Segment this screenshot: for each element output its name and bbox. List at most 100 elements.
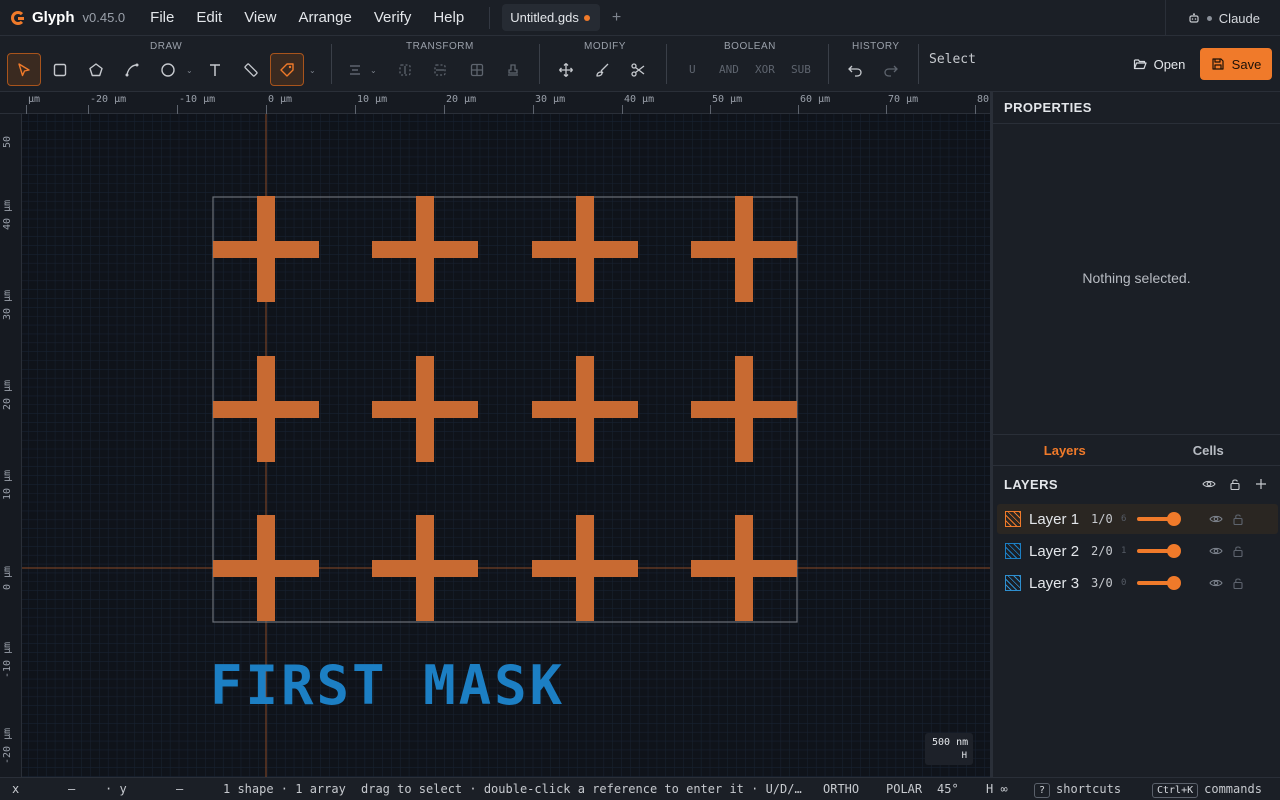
label-tool-button[interactable]	[270, 53, 304, 86]
status-summary: 1 shape · 1 array	[223, 782, 346, 796]
layout-canvas[interactable]: FIRST MASK µm -20 µm -10 µm 0 µm 10 µm 20 µm 3…	[0, 92, 990, 777]
menu-verify[interactable]: Verify	[363, 9, 423, 26]
slider-knob[interactable]	[1167, 544, 1181, 558]
ruler-top-label: -20 µm	[90, 94, 127, 105]
eye-icon[interactable]	[1209, 544, 1223, 558]
toolbar-divider	[666, 44, 667, 84]
open-button[interactable]: Open	[1126, 48, 1192, 80]
menu-help[interactable]: Help	[422, 9, 475, 26]
brush-tool-button[interactable]	[585, 53, 619, 86]
move-tool-button[interactable]	[549, 53, 583, 86]
polar-angle[interactable]: 45°	[937, 782, 959, 796]
circle-dropdown-icon[interactable]: ⌄	[186, 66, 193, 75]
boolean-sub-button[interactable]: SUB	[791, 63, 811, 76]
cross-shape	[735, 515, 753, 621]
save-button[interactable]: Save	[1200, 48, 1272, 80]
layer-opacity-slider[interactable]	[1137, 544, 1181, 558]
add-layer-icon[interactable]	[1254, 477, 1268, 491]
ruler-top-label: 30 µm	[535, 94, 566, 105]
mirror-x-button[interactable]	[388, 53, 422, 86]
text-tool-button[interactable]	[198, 53, 232, 86]
shortcuts-label: shortcuts	[1056, 782, 1122, 796]
eye-icon[interactable]	[1209, 576, 1223, 590]
ruler-left-label: 20 µm	[2, 379, 13, 410]
boolean-union-button[interactable]: U	[689, 63, 696, 76]
align-tool-button[interactable]	[338, 53, 372, 86]
layer-opacity-slider[interactable]	[1137, 576, 1181, 590]
shortcuts-button[interactable]: ? shortcuts	[1034, 782, 1121, 798]
undo-icon	[848, 65, 862, 77]
boolean-and-button[interactable]: AND	[719, 63, 739, 76]
array-tool-button[interactable]	[460, 53, 494, 86]
label-dropdown-icon[interactable]: ⌄	[309, 66, 316, 75]
polar-toggle[interactable]: POLAR	[886, 782, 922, 796]
cross-shape	[416, 356, 434, 462]
path-icon	[125, 63, 139, 76]
ruler-left-label: 0 µm	[2, 565, 13, 590]
status-hint: drag to select · double-click a referenc…	[361, 782, 802, 796]
stamp-tool-button[interactable]	[496, 53, 530, 86]
ruler-top-label: 70 µm	[888, 94, 919, 105]
layer-swatch[interactable]	[1005, 575, 1021, 591]
slider-knob[interactable]	[1167, 576, 1181, 590]
user-menu[interactable]: Claude	[1164, 0, 1280, 36]
toolbar-divider	[828, 44, 829, 84]
circle-icon	[161, 62, 175, 77]
move-icon	[559, 62, 573, 77]
ortho-toggle[interactable]: ORTHO	[823, 782, 859, 796]
scissors-tool-button[interactable]	[621, 53, 655, 86]
glyph-logo-icon	[11, 10, 25, 25]
commands-button[interactable]: Ctrl+K commands	[1152, 782, 1262, 798]
polygon-tool-button[interactable]	[79, 53, 113, 86]
slider-knob[interactable]	[1167, 512, 1181, 526]
add-tab-button[interactable]: +	[612, 9, 621, 27]
boolean-xor-button[interactable]: XOR	[755, 63, 775, 76]
mirror-y-button[interactable]	[423, 53, 457, 86]
canvas-drawing[interactable]: FIRST MASK	[0, 92, 990, 777]
ruler-left-label: -20 µm	[2, 727, 13, 764]
status-x-label: x	[12, 782, 20, 796]
layer-swatch[interactable]	[1005, 511, 1021, 527]
redo-icon	[884, 65, 898, 77]
eye-icon[interactable]	[1209, 512, 1223, 526]
menu-arrange[interactable]: Arrange	[287, 9, 362, 26]
brush-icon	[596, 63, 609, 77]
ruler-tool-button[interactable]	[234, 53, 268, 86]
properties-empty-text: Nothing selected.	[1082, 270, 1191, 286]
document-tab[interactable]: Untitled.gds	[502, 4, 600, 31]
layer-opacity-slider[interactable]	[1137, 512, 1181, 526]
layer-row[interactable]: Layer 2 2/0 1	[997, 536, 1278, 566]
ruler-tick	[622, 105, 623, 114]
align-dropdown-icon[interactable]: ⌄	[370, 66, 377, 75]
presence-dot	[1206, 15, 1212, 21]
circle-tool-button[interactable]	[151, 53, 185, 86]
cross-shape	[735, 196, 753, 302]
layer-row[interactable]: Layer 3 3/0 0	[997, 568, 1278, 598]
select-tool-button[interactable]	[7, 53, 41, 86]
redo-button[interactable]	[874, 53, 908, 86]
cross-shape	[576, 196, 594, 302]
menu-file[interactable]: File	[139, 9, 185, 26]
ruler-tick	[533, 105, 534, 114]
layer-row[interactable]: Layer 1 1/0 6	[997, 504, 1278, 534]
menu-edit[interactable]: Edit	[185, 9, 233, 26]
unlock-icon[interactable]	[1231, 512, 1245, 526]
tab-layers[interactable]: Layers	[993, 435, 1137, 465]
rectangle-tool-button[interactable]	[43, 53, 77, 86]
unlock-icon[interactable]	[1228, 477, 1242, 491]
undo-button[interactable]	[838, 53, 872, 86]
current-mode-label: Select	[929, 52, 976, 67]
eye-icon[interactable]	[1202, 477, 1216, 491]
scale-h: H	[961, 751, 967, 761]
path-tool-button[interactable]	[115, 53, 149, 86]
unlock-icon[interactable]	[1231, 576, 1245, 590]
commands-key: Ctrl+K	[1152, 783, 1199, 798]
ruler-left-label: 10 µm	[2, 469, 13, 500]
layer-swatch[interactable]	[1005, 543, 1021, 559]
ruler-tick	[975, 105, 976, 114]
unsaved-indicator	[583, 14, 590, 21]
select-icon	[18, 62, 30, 76]
unlock-icon[interactable]	[1231, 544, 1245, 558]
menu-view[interactable]: View	[233, 9, 287, 26]
tab-cells[interactable]: Cells	[1137, 435, 1280, 465]
